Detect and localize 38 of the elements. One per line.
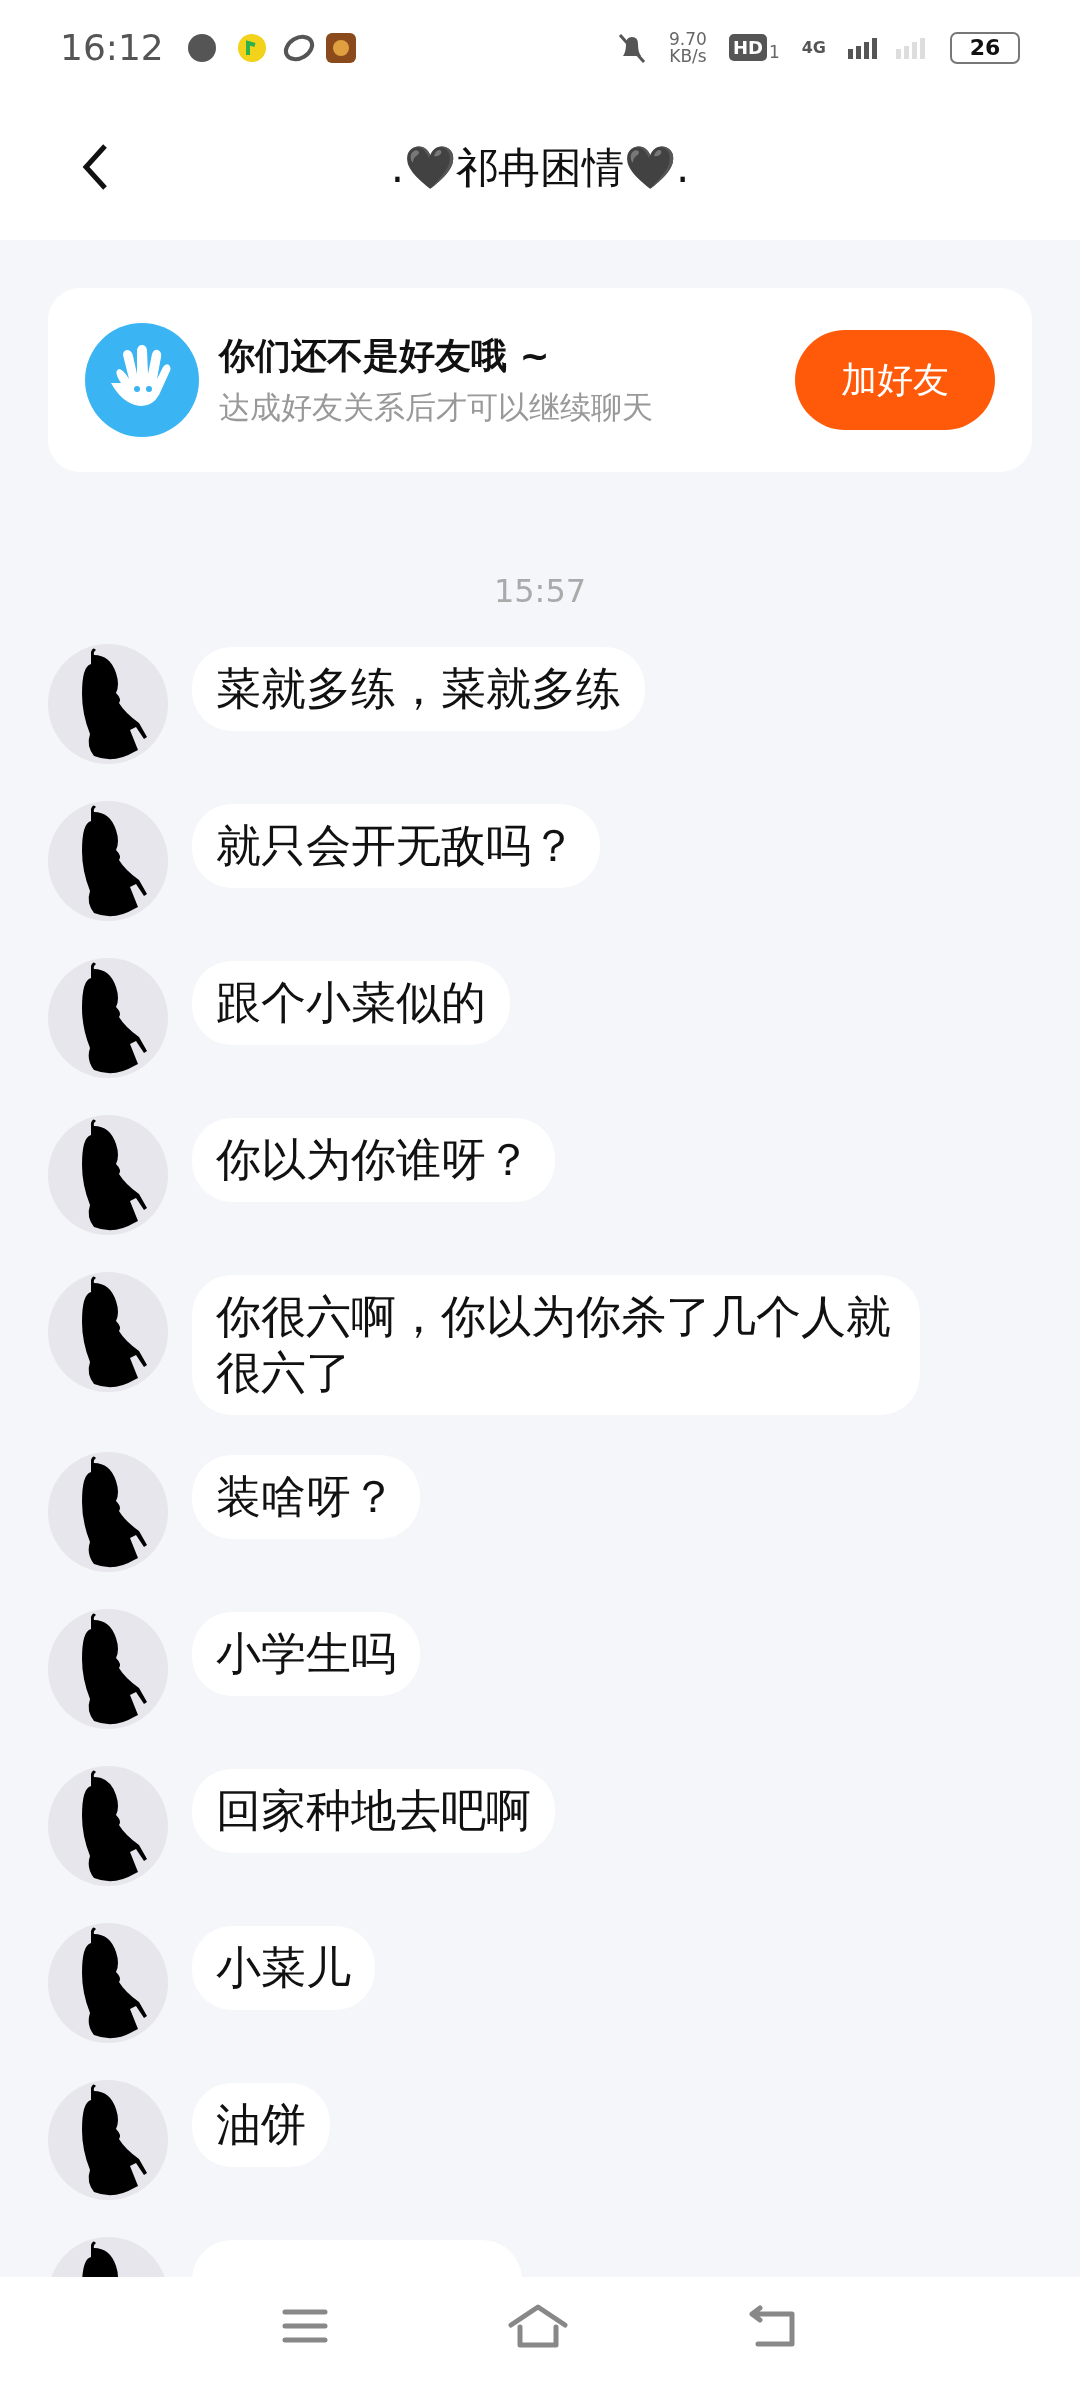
back-nav-icon[interactable] [748, 2303, 798, 2348]
banner-subtitle: 达成好友关系后才可以继续聊天 [219, 387, 654, 427]
message-bubble: 你以为你谁呀？ [192, 1118, 555, 1202]
status-time: 16:12 [60, 27, 164, 68]
avatar-silhouette-icon [48, 958, 168, 1078]
battery-level: 26 [950, 31, 1020, 64]
message-bubble: 油饼 [192, 2083, 330, 2167]
home-icon[interactable] [508, 2302, 568, 2349]
avatar-silhouette-icon [48, 1609, 168, 1729]
avatar-silhouette-icon [48, 644, 168, 764]
avatar-silhouette-icon [48, 2080, 168, 2200]
message-bubble: 你很六啊，你以为你杀了几个人就很六了 [192, 1275, 920, 1415]
network-speed: 9.70 KB/s [669, 30, 707, 65]
message-bubble: 装啥呀？ [192, 1455, 420, 1539]
avatar-silhouette-icon [48, 1452, 168, 1572]
hd-sim-number: 1 [768, 44, 780, 61]
avatar-silhouette-icon [48, 801, 168, 921]
message-bubble: 跟个小菜似的 [192, 961, 510, 1045]
message-bubble: 回家种地去吧啊 [192, 1769, 555, 1853]
banner-title: 你们还不是好友哦 ~ [219, 333, 551, 378]
message-bubble: 菜就多练，菜就多练 [192, 647, 645, 731]
chat-title: .🖤祁冉困情🖤. [390, 141, 690, 194]
avatar-silhouette-icon [48, 1923, 168, 2043]
signal-icon [848, 36, 928, 59]
hd-badge: HD [728, 34, 767, 61]
message-time: 15:57 [493, 572, 587, 610]
menu-icon[interactable] [282, 2307, 328, 2344]
mute-bell-icon [617, 31, 648, 64]
add-friend-button[interactable]: 加好友 [795, 330, 995, 430]
avatar-silhouette-icon [48, 1766, 168, 1886]
avatar-silhouette-icon [48, 1115, 168, 1235]
message-bubble: 小菜儿 [192, 1926, 375, 2010]
message-bubble: 小学生吗 [192, 1612, 420, 1696]
network-type: 4G [801, 38, 826, 57]
back-icon[interactable] [82, 143, 108, 191]
message-bubble: 就只会开无敌吗？ [192, 804, 600, 888]
avatar-silhouette-icon [48, 1272, 168, 1392]
hand-icon [85, 323, 199, 437]
